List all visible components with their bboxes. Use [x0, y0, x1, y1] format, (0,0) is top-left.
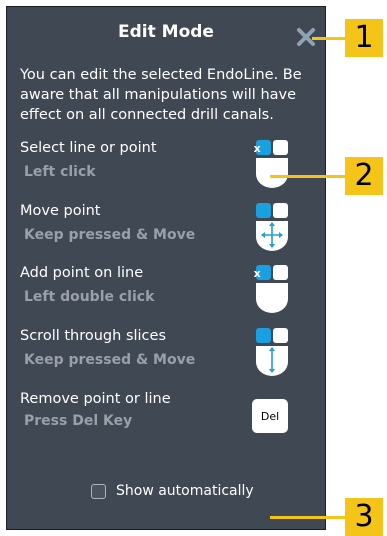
click-count-badge: 2x: [254, 267, 261, 280]
action-hint: Keep pressed & Move: [24, 352, 196, 368]
edit-mode-panel: Edit Mode You can edit the selected Endo…: [6, 6, 326, 530]
show-automatically-checkbox[interactable]: Show automatically: [91, 483, 254, 499]
callout-number-1: 1: [345, 19, 383, 57]
action-hint: Left click: [24, 164, 96, 180]
click-count-badge: 1x: [254, 142, 261, 155]
action-hint: Left double click: [24, 289, 155, 305]
action-row-scroll: Scroll through slices Keep pressed & Mov…: [20, 328, 318, 378]
action-row-add: Add point on line Left double click 2x: [20, 265, 318, 315]
mouse-left-click-icon: 1x: [254, 140, 288, 188]
action-row-move: Move point Keep pressed & Move: [20, 203, 318, 253]
panel-description: You can edit the selected EndoLine. Be a…: [20, 67, 302, 123]
action-hint: Press Del Key: [24, 413, 133, 429]
action-row-remove: Remove point or line Press Del Key Del: [20, 391, 318, 441]
show-automatically-label: Show automatically: [116, 483, 254, 499]
checkbox-box[interactable]: [91, 483, 106, 499]
mouse-left-double-click-icon: 2x: [254, 265, 288, 313]
action-row-select: Select line or point Left click 1x: [20, 140, 318, 190]
callout-line-3: [270, 516, 346, 519]
callout-line-1: [312, 37, 346, 40]
del-key-icon: Del: [252, 399, 288, 433]
panel-title: Edit Mode: [118, 22, 214, 42]
action-label: Select line or point: [20, 140, 157, 156]
callout-number-3: 3: [345, 498, 383, 536]
action-label: Add point on line: [20, 265, 144, 281]
callout-number-2: 2: [345, 157, 383, 195]
mouse-left-drag-move-icon: [256, 203, 288, 251]
action-label: Move point: [20, 203, 101, 219]
action-hint: Keep pressed & Move: [24, 227, 196, 243]
action-label: Scroll through slices: [20, 328, 166, 344]
mouse-left-drag-scroll-icon: [256, 328, 288, 376]
action-label: Remove point or line: [20, 391, 171, 407]
callout-line-2: [270, 175, 346, 178]
